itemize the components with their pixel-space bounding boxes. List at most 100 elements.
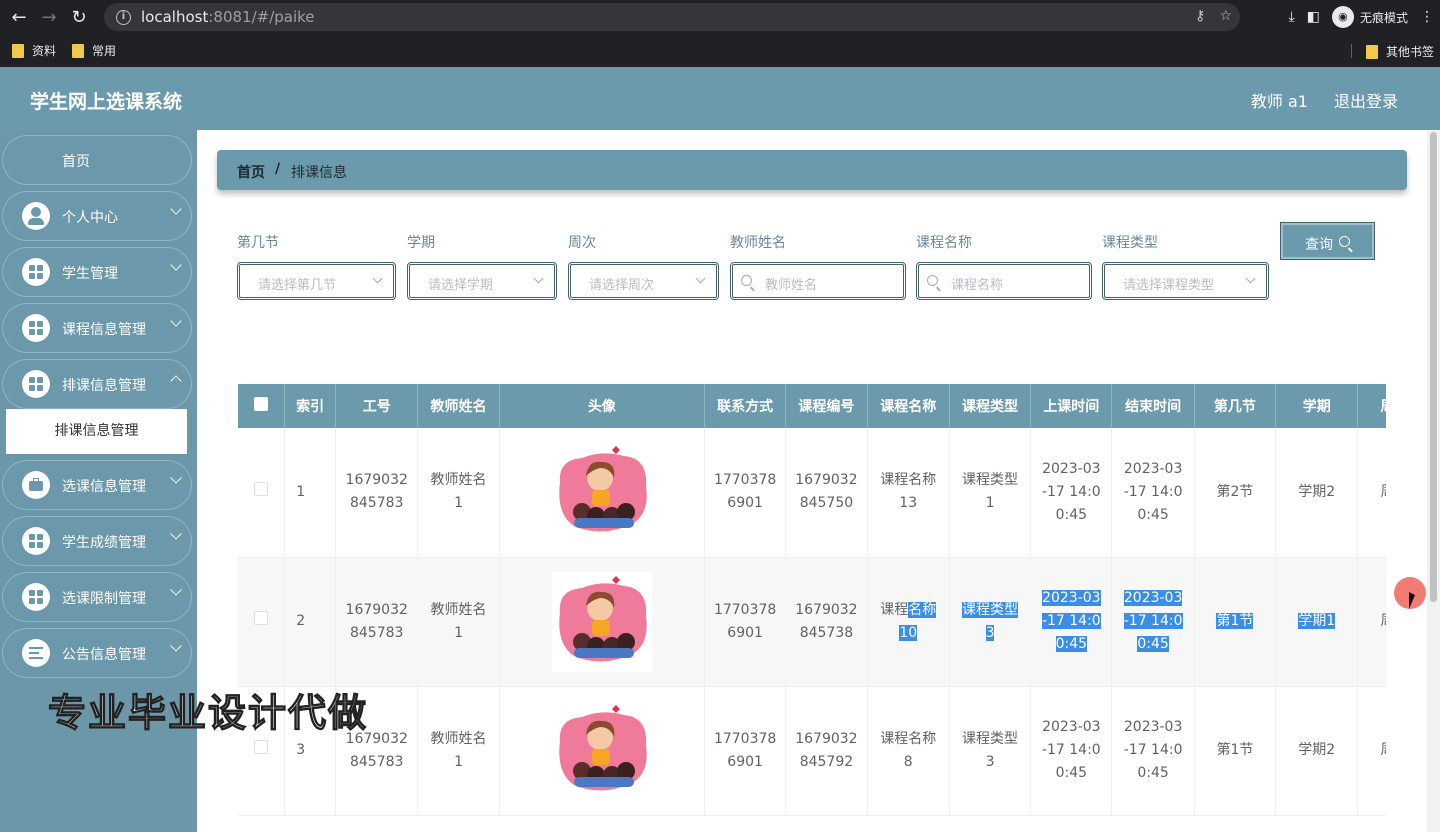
cell-avatar xyxy=(499,557,705,687)
divider xyxy=(1351,44,1352,58)
section-select[interactable]: 请选择第几节 xyxy=(237,262,396,300)
select-all-checkbox[interactable] xyxy=(254,397,269,411)
cell-staff-id: 1679032 845783 xyxy=(335,557,419,687)
avatar[interactable] xyxy=(551,571,652,672)
table-row[interactable]: 1 1679032 845783 教师姓名 1 1770378 6901 1679032 845… xyxy=(238,428,1386,558)
search-icon xyxy=(1339,236,1350,247)
filter-label-section: 第几节 xyxy=(237,235,279,251)
cell-course-name-text: 课程名称 10 xyxy=(880,601,937,641)
column-header[interactable]: 学期 xyxy=(1275,384,1359,428)
cell-course-no-text: 1679032 845738 xyxy=(795,601,858,641)
scrollbar-thumb[interactable] xyxy=(1430,132,1437,602)
column-header[interactable]: 第几节 xyxy=(1194,384,1277,428)
bookmarks-bar: 资料 常用 其他书签 xyxy=(0,34,1440,67)
select-all-cell[interactable] xyxy=(238,384,286,428)
folder-icon xyxy=(1365,44,1378,59)
cell-end-time-text: 2023-03 -17 14:0 0:45 xyxy=(1123,590,1183,652)
column-header[interactable]: 结束时间 xyxy=(1111,384,1195,428)
row-checkbox[interactable] xyxy=(254,481,269,496)
column-header[interactable]: 工号 xyxy=(335,384,419,428)
cell-index-text: 2 xyxy=(296,613,306,629)
column-header[interactable]: 课程类型 xyxy=(949,384,1032,428)
browser-toolbar: ← → ↻ i localhost:8081/#/paike ⚷ ☆ ⤓ ◧ ◉… xyxy=(0,0,1440,34)
filter-label-course-type: 课程类型 xyxy=(1102,235,1158,251)
avatar[interactable] xyxy=(551,700,652,801)
incognito-indicator[interactable]: ◉ 无痕模式 xyxy=(1331,6,1408,28)
incognito-icon: ◉ xyxy=(1331,6,1354,28)
cell-end-time: 2023-03 -17 14:0 0:45 xyxy=(1111,557,1195,687)
cell-course-name-text: 课程名称 8 xyxy=(880,730,937,770)
column-header[interactable]: 上课时间 xyxy=(1030,384,1113,428)
column-header[interactable]: 课程名称 xyxy=(867,384,950,428)
sidebar-item-announcements[interactable]: 公告信息管理 xyxy=(2,628,192,678)
sidebar-item-courses[interactable]: 课程信息管理 xyxy=(2,303,192,353)
sidepanel-icon[interactable]: ◧ xyxy=(1307,9,1320,25)
cell-avatar xyxy=(499,686,705,816)
column-header[interactable]: 联系方式 xyxy=(704,384,787,428)
row-select-cell[interactable] xyxy=(238,428,286,558)
forward-icon[interactable]: → xyxy=(34,2,64,32)
course-type-select[interactable]: 请选择课程类型 xyxy=(1102,262,1269,300)
term-select[interactable]: 请选择学期 xyxy=(407,262,557,300)
column-header[interactable]: 课程编号 xyxy=(785,384,868,428)
filter-label-week: 周次 xyxy=(568,235,596,251)
site-info-icon[interactable]: i xyxy=(116,9,131,25)
table-row[interactable]: 2 1679032 845783 教师姓名 1 1770378 6901 1679032 845… xyxy=(238,557,1386,687)
cell-course-no: 1679032 845738 xyxy=(785,557,868,687)
app-header: 学生网上选课系统 教师 a1 退出登录 xyxy=(0,67,1440,130)
table-row[interactable]: 3 1679032 845783 教师姓名 1 1770378 6901 1679032 845… xyxy=(238,686,1386,816)
column-header[interactable]: 索引 xyxy=(284,384,337,428)
week-select[interactable]: 请选择周次 xyxy=(568,262,719,300)
page-scrollbar[interactable] xyxy=(1427,130,1440,832)
column-header[interactable]: 周次 xyxy=(1357,384,1386,428)
course-name-input[interactable]: 课程名称 xyxy=(916,262,1092,300)
cell-course-no: 1679032 845792 xyxy=(785,686,868,816)
logout-link[interactable]: 退出登录 xyxy=(1334,88,1398,112)
cell-week-text: 周次 xyxy=(1380,742,1386,758)
back-icon[interactable]: ← xyxy=(4,2,34,32)
cell-teacher-name: 教师姓名 1 xyxy=(417,686,500,816)
sidebar-item-students[interactable]: 学生管理 xyxy=(2,247,192,297)
cell-section-text: 第1节 xyxy=(1216,613,1254,629)
reload-icon[interactable]: ↻ xyxy=(64,2,94,32)
sidebar-item-home[interactable]: 首页 xyxy=(2,135,192,185)
cell-week-text: 周次 xyxy=(1380,613,1386,629)
cell-staff-id-text: 1679032 845783 xyxy=(345,472,408,512)
cell-week: 周次 xyxy=(1357,686,1386,816)
row-checkbox[interactable] xyxy=(254,740,269,754)
key-icon[interactable]: ⚷ xyxy=(1195,8,1205,24)
grid-icon xyxy=(22,370,50,398)
filter-label-course-name: 课程名称 xyxy=(916,235,972,251)
star-icon[interactable]: ☆ xyxy=(1219,8,1232,24)
menu-icon[interactable]: ⋮ xyxy=(1420,9,1434,25)
cell-phone: 1770378 6901 xyxy=(704,686,787,816)
column-header[interactable]: 头像 xyxy=(499,384,705,428)
address-bar[interactable]: i localhost:8081/#/paike ⚷ ☆ xyxy=(104,3,1240,31)
cell-course-type-text: 课程类型 3 xyxy=(962,730,1019,770)
row-checkbox[interactable] xyxy=(254,611,269,625)
cell-teacher-name-text: 教师姓名 1 xyxy=(430,730,487,770)
chevron-down-icon xyxy=(170,528,182,540)
cell-index: 2 xyxy=(284,557,337,687)
sidebar-item-grades[interactable]: 学生成绩管理 xyxy=(2,516,192,566)
cell-index-text: 3 xyxy=(296,742,306,758)
teacher-name-input[interactable]: 教师姓名 xyxy=(730,262,906,300)
query-button[interactable]: 查询 xyxy=(1280,222,1375,260)
breadcrumb-home[interactable]: 首页 xyxy=(237,162,265,182)
cell-term: 学期2 xyxy=(1275,428,1359,558)
sidebar-subitem-schedule-manage[interactable]: 排课信息管理 xyxy=(6,409,187,454)
cell-course-no-text: 1679032 845792 xyxy=(795,730,858,770)
sidebar-item-personal[interactable]: 个人中心 xyxy=(2,191,192,241)
other-bookmarks[interactable]: 其他书签 xyxy=(1365,43,1434,60)
sidebar-item-limits[interactable]: 选课限制管理 xyxy=(2,572,192,622)
bookmark-folder[interactable]: 资料 xyxy=(12,42,56,59)
sidebar-item-schedule[interactable]: 排课信息管理 xyxy=(2,359,192,409)
bookmark-folder[interactable]: 常用 xyxy=(72,42,116,59)
row-select-cell[interactable] xyxy=(238,557,286,687)
sidebar-item-enrollment[interactable]: 选课信息管理 xyxy=(2,460,192,510)
column-header[interactable]: 教师姓名 xyxy=(417,384,500,428)
avatar[interactable] xyxy=(551,442,652,543)
cell-phone-text: 1770378 6901 xyxy=(713,730,777,770)
download-icon[interactable]: ⤓ xyxy=(1289,9,1295,25)
breadcrumb-current: 排课信息 xyxy=(291,165,347,181)
